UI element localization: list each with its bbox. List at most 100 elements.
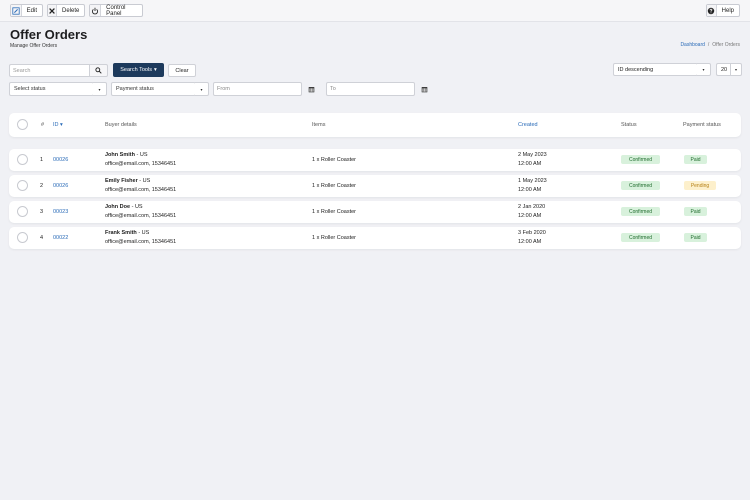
row-select-radio[interactable]	[17, 206, 28, 217]
table-row[interactable]: 3 00023 John Doe - US office@email.com, …	[9, 201, 741, 223]
search-input[interactable]	[9, 64, 89, 77]
row-id-link[interactable]: 00026	[53, 183, 68, 189]
buyer-name-line: John Smith - US	[105, 152, 147, 158]
buyer-country: - US	[136, 230, 150, 236]
row-created-date: 3 Feb 2020	[518, 230, 546, 236]
sort-desc-icon: ▾	[60, 122, 63, 128]
search-tools-button[interactable]: Search Tools ▾	[113, 63, 164, 77]
row-index: 4	[40, 235, 44, 241]
row-created-date: 2 May 2023	[518, 152, 547, 158]
row-index: 3	[40, 209, 44, 215]
payment-badge: Pending	[684, 181, 716, 190]
edit-button[interactable]: Edit	[10, 4, 43, 17]
table-row[interactable]: 2 00026 Emily Fisher - US office@email.c…	[9, 175, 741, 197]
search-icon	[95, 67, 102, 74]
payment-filter-caret[interactable]: ▾	[195, 82, 209, 96]
buyer-name-line: Emily Fisher - US	[105, 178, 150, 184]
row-select-radio[interactable]	[17, 232, 28, 243]
row-items: 1 x Roller Coaster	[312, 235, 357, 241]
row-id-link[interactable]: 00023	[53, 209, 68, 215]
search-tools-label: Search Tools	[120, 67, 152, 73]
page-subtitle: Manage Offer Orders	[10, 43, 58, 49]
status-filter-caret[interactable]: ▾	[93, 82, 107, 96]
table-row[interactable]: 1 00026 John Smith - US office@email.com…	[9, 149, 741, 171]
close-icon	[48, 5, 57, 16]
per-page-select[interactable]: 20	[716, 63, 731, 76]
row-created-time: 12:00 AM	[518, 239, 542, 245]
column-buyer: Buyer details	[105, 122, 137, 128]
row-created-time: 12:00 AM	[518, 213, 542, 219]
row-created-time: 12:00 AM	[518, 161, 542, 167]
control-panel-button[interactable]: Control Panel	[89, 4, 143, 17]
row-items: 1 x Roller Coaster	[312, 157, 357, 163]
calendar-icon[interactable]	[306, 84, 316, 94]
page-title: Offer Orders	[10, 27, 88, 42]
delete-label: Delete	[62, 7, 80, 14]
help-label: Help	[721, 7, 734, 14]
edit-label: Edit	[26, 7, 37, 14]
status-filter-select[interactable]: Select status	[9, 82, 94, 96]
power-icon	[90, 5, 102, 16]
column-id-label: ID	[53, 122, 59, 128]
status-badge: Confirmed	[621, 233, 660, 242]
buyer-name: John Doe	[105, 204, 131, 210]
buyer-name-line: John Doe - US	[105, 204, 143, 210]
search-button[interactable]	[89, 64, 108, 77]
per-page-caret[interactable]: ▾	[730, 63, 742, 76]
help-button[interactable]: Help	[706, 4, 740, 17]
help-icon	[707, 5, 717, 16]
table-header: # ID ▾ Buyer details Items Created Statu…	[9, 113, 741, 137]
payment-badge: Paid	[684, 155, 707, 164]
column-id[interactable]: ID ▾	[53, 122, 63, 128]
from-date-input[interactable]	[213, 82, 302, 96]
status-badge: Confirmed	[621, 155, 660, 164]
sort-select[interactable]: ID descending	[613, 63, 698, 76]
breadcrumb: Dashboard / Offer Orders	[680, 42, 740, 48]
row-id-link[interactable]: 00026	[53, 157, 68, 163]
row-index: 1	[40, 157, 44, 163]
buyer-name-line: Frank Smith - US	[105, 230, 149, 236]
buyer-name: Emily Fisher	[105, 178, 138, 184]
column-payment: Payment status	[683, 122, 721, 128]
row-items: 1 x Roller Coaster	[312, 183, 357, 189]
to-date-input[interactable]	[326, 82, 415, 96]
buyer-country: - US	[130, 204, 143, 210]
column-index: #	[41, 122, 45, 128]
status-badge: Confirmed	[621, 207, 660, 216]
chevron-down-icon: ▾	[153, 67, 157, 73]
column-created[interactable]: Created	[518, 122, 538, 128]
row-select-radio[interactable]	[17, 154, 28, 165]
select-all-radio[interactable]	[17, 119, 28, 130]
buyer-contact: office@email.com, 15346451	[105, 239, 177, 245]
row-created-time: 12:00 AM	[518, 187, 542, 193]
buyer-contact: office@email.com, 15346451	[105, 161, 177, 167]
row-select-radio[interactable]	[17, 180, 28, 191]
toolbar: Edit Delete Control Panel Help	[0, 0, 750, 22]
breadcrumb-current: Offer Orders	[712, 42, 740, 48]
status-badge: Confirmed	[621, 181, 660, 190]
calendar-icon[interactable]	[419, 84, 429, 94]
row-created-date: 2 Jan 2020	[518, 204, 546, 210]
row-id-link[interactable]: 00022	[53, 235, 68, 241]
buyer-name: Frank Smith	[105, 230, 137, 236]
breadcrumb-dashboard[interactable]: Dashboard	[680, 42, 704, 48]
row-items: 1 x Roller Coaster	[312, 209, 357, 215]
payment-badge: Paid	[684, 233, 707, 242]
table-row[interactable]: 4 00022 Frank Smith - US office@email.co…	[9, 227, 741, 249]
buyer-contact: office@email.com, 15346451	[105, 187, 177, 193]
buyer-name: John Smith	[105, 152, 135, 158]
payment-badge: Paid	[684, 207, 707, 216]
column-status: Status	[621, 122, 637, 128]
buyer-country: - US	[134, 152, 148, 158]
edit-icon	[11, 5, 22, 16]
breadcrumb-separator: /	[707, 42, 710, 48]
delete-button[interactable]: Delete	[47, 4, 85, 17]
row-created-date: 1 May 2023	[518, 178, 547, 184]
row-index: 2	[40, 183, 44, 189]
column-items: Items	[312, 122, 326, 128]
control-panel-label: Control Panel	[106, 4, 126, 17]
buyer-country: - US	[137, 178, 151, 184]
clear-button[interactable]: Clear	[168, 64, 196, 77]
payment-filter-select[interactable]: Payment status	[111, 82, 196, 96]
sort-select-caret[interactable]: ▾	[697, 63, 711, 76]
